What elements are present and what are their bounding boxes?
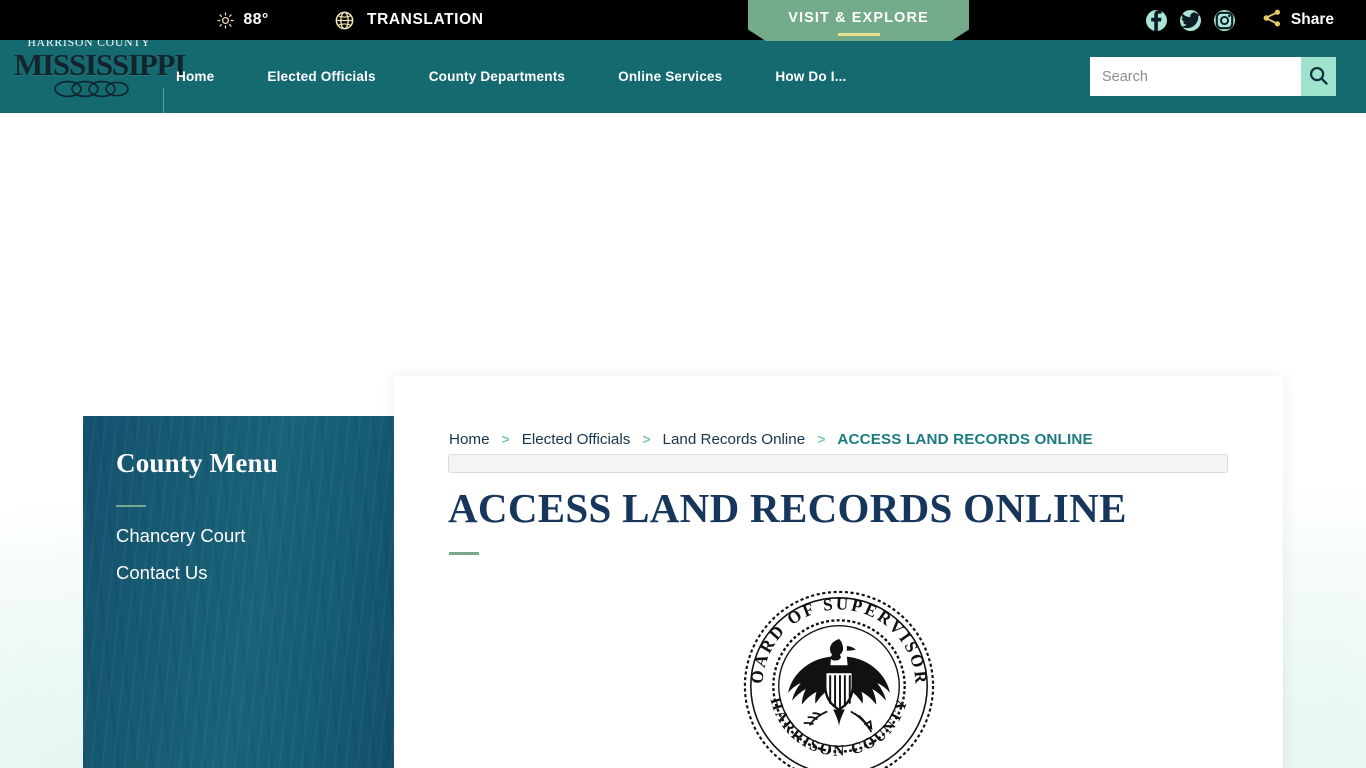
breadcrumb-item-current: ACCESS LAND RECORDS ONLINE [837,431,1093,448]
utility-bar: Current Weather: 88° TRANSLATION Share [0,0,1366,40]
current-weather: Current Weather: 88° [86,0,269,40]
sidebar-item-chancery-court[interactable]: Chancery Court [116,525,246,547]
breadcrumb-separator: > [501,431,510,447]
breadcrumb-input-bar[interactable] [448,454,1228,473]
search-input[interactable] [1090,57,1301,96]
translation-button[interactable]: TRANSLATION [334,0,484,40]
current-weather-label: Current Weather: [86,11,209,28]
page-root: Current Weather: 88° TRANSLATION Share V… [0,0,1366,768]
sidebar-rule [116,505,146,507]
search-bar [1090,57,1336,96]
logo-main-line: MISSISSIPPI [14,47,186,82]
main-navigation: Home Elected Officials County Department… [176,40,847,113]
site-logo[interactable]: HARRISON COUNTY MISSISSIPPI [14,36,186,102]
breadcrumb-item-home[interactable]: Home [449,431,490,448]
globe-icon [334,10,355,31]
nav-item-county-departments[interactable]: County Departments [429,69,565,84]
instagram-icon[interactable] [1214,9,1235,31]
share-icon [1262,8,1282,33]
share-button[interactable]: Share [1262,0,1334,40]
twitter-icon[interactable] [1180,9,1201,31]
visit-and-explore-label: VISIT & EXPLORE [788,10,929,26]
facebook-icon[interactable] [1146,9,1167,31]
sidebar-item-contact-us[interactable]: Contact Us [116,562,208,584]
sidebar-title: County Menu [116,448,278,478]
page-title-rule [449,552,479,555]
breadcrumb-item-land-records-online[interactable]: Land Records Online [663,431,806,448]
nav-item-how-do-i[interactable]: How Do I... [775,69,846,84]
logo-swirl-ornament [54,80,129,98]
nav-item-home[interactable]: Home [176,69,214,84]
breadcrumb-separator: > [817,431,826,447]
nav-item-elected-officials[interactable]: Elected Officials [267,69,375,84]
social-links [1146,0,1235,40]
share-label: Share [1290,11,1334,28]
sun-icon [217,11,235,29]
breadcrumb-item-elected-officials[interactable]: Elected Officials [522,431,631,448]
temperature-value: 88° [243,11,269,28]
board-of-supervisors-seal: BOARD OF SUPERVISORS ★ HARRISON COUNTY ★ [741,588,935,768]
search-icon [1308,65,1329,89]
county-menu-sidebar: County Menu Chancery Court Contact Us [83,416,394,768]
translation-label: TRANSLATION [367,11,484,28]
visit-tab-underline [838,33,880,36]
breadcrumb: Home > Elected Officials > Land Records … [449,431,1093,448]
page-title: ACCESS LAND RECORDS ONLINE [448,485,1127,531]
logo-divider [163,88,164,138]
search-button[interactable] [1301,57,1336,96]
nav-item-online-services[interactable]: Online Services [618,69,722,84]
breadcrumb-separator: > [642,431,651,447]
